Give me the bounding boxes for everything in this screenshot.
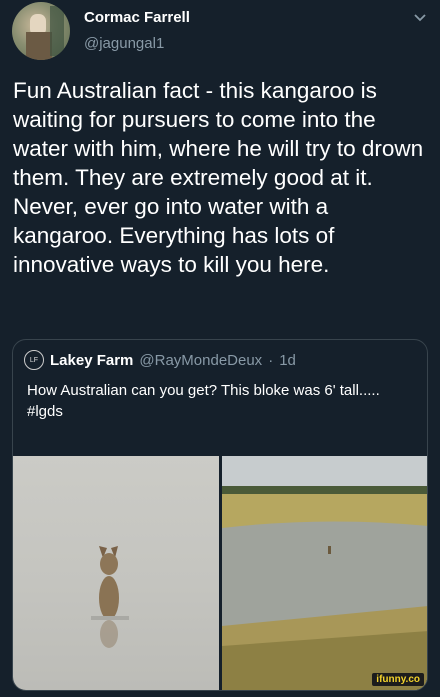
author-name[interactable]: Cormac Farrell [84, 9, 190, 26]
watermark: ifunny.co [372, 673, 424, 686]
lakey-farm-logo-icon: LF [24, 350, 44, 370]
kangaroo-photo-dam[interactable]: ifunny.co [222, 456, 427, 690]
quoted-timestamp[interactable]: 1d [279, 352, 296, 369]
chevron-down-icon[interactable] [412, 10, 428, 26]
kangaroo-photo-closeup[interactable] [13, 456, 219, 690]
tweet-text: Fun Australian fact - this kangaroo is w… [13, 78, 424, 277]
quoted-author-handle[interactable]: @RayMondeDeux [139, 352, 262, 369]
dam-landscape-image [222, 456, 427, 690]
quoted-tweet-header: LF Lakey Farm @RayMondeDeux · 1d [24, 350, 296, 370]
quoted-tweet-text: How Australian can you get? This bloke w… [27, 382, 380, 420]
quoted-tweet[interactable]: LF Lakey Farm @RayMondeDeux · 1d How Aus… [12, 339, 428, 691]
separator-dot: · [268, 351, 274, 369]
author-handle[interactable]: @jagungal1 [84, 35, 164, 52]
avatar[interactable] [12, 2, 70, 60]
quoted-author-name[interactable]: Lakey Farm [50, 352, 133, 369]
kangaroo-closeup-image [91, 546, 129, 648]
avatar-photo [26, 6, 64, 60]
